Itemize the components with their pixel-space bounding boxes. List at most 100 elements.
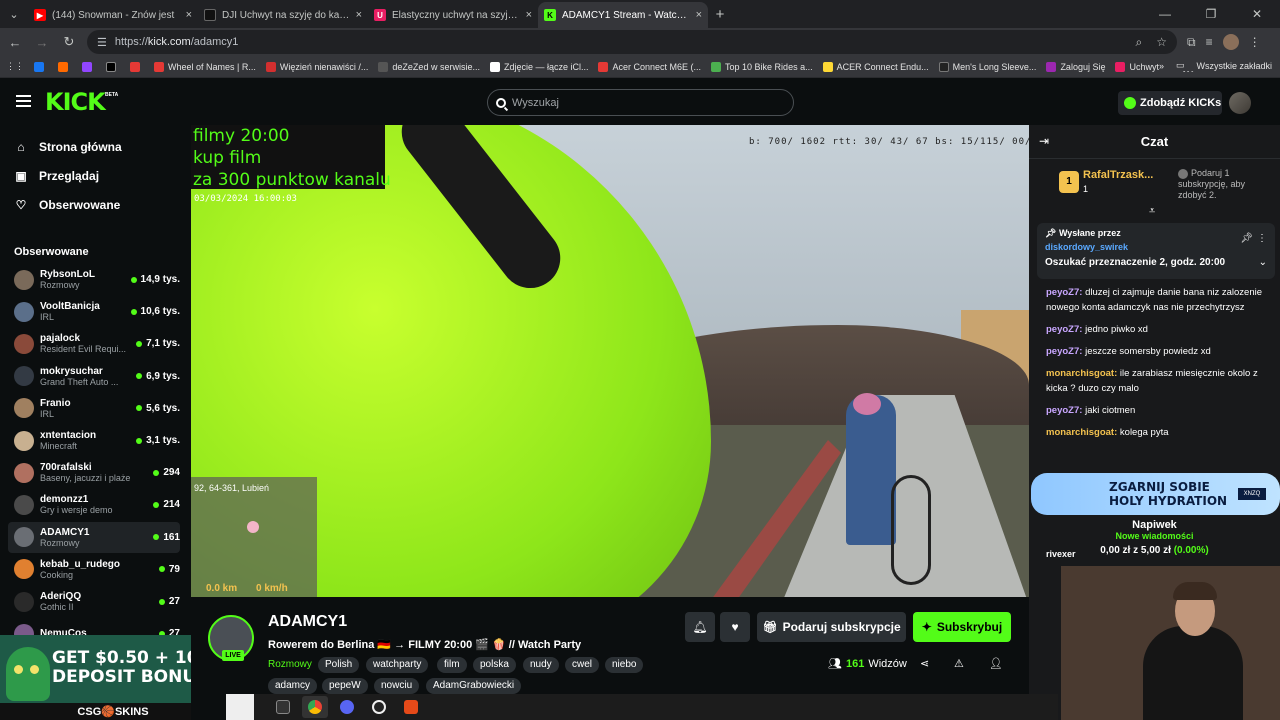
bookmark-item[interactable]: ACER Connect Endu...: [822, 61, 929, 72]
tag[interactable]: watchparty: [366, 657, 429, 673]
followed-channel-item[interactable]: kebab_u_rudego Cooking 79: [8, 554, 180, 585]
followed-channel-item[interactable]: xntentacion Minecraft 3,1 tys.: [8, 425, 180, 456]
profile-avatar[interactable]: [1222, 34, 1239, 50]
chat-username[interactable]: peyoZ7:: [1046, 405, 1082, 416]
bookmark-item[interactable]: Zdjęcie — łącze iCl...: [489, 61, 588, 72]
pin-icon[interactable]: 📌︎: [1240, 233, 1253, 244]
browser-menu-icon[interactable]: ⋮: [1249, 35, 1261, 49]
chrome-icon[interactable]: [302, 696, 328, 718]
kick-logo[interactable]: KICK: [45, 88, 106, 116]
back-icon[interactable]: ←: [3, 30, 27, 54]
facebook-icon[interactable]: [34, 61, 48, 72]
new-tab-button[interactable]: +: [708, 6, 732, 23]
tag[interactable]: cwel: [565, 657, 600, 673]
gift-subs-button[interactable]: 🎁︎ Podaruj subskrypcje: [757, 612, 906, 642]
app-icon[interactable]: [398, 696, 424, 718]
new-messages-label[interactable]: Nowe wiadomości: [1029, 531, 1280, 541]
followed-channel-item[interactable]: mokrysuchar Grand Theft Auto ... 6,9 tys.: [8, 361, 180, 392]
chevron-down-icon[interactable]: ⌄: [1259, 257, 1267, 268]
chat-username[interactable]: monarchisgoat:: [1046, 427, 1117, 438]
bookmark-item[interactable]: Zaloguj Się: [1046, 61, 1105, 72]
followed-channel-item[interactable]: 700rafalski Baseny, jacuzzi i plaże 294: [8, 457, 180, 488]
minimize-icon[interactable]: —: [1142, 0, 1188, 28]
reload-icon[interactable]: ↻: [57, 30, 81, 54]
tag[interactable]: Polish: [318, 657, 360, 673]
stream-category[interactable]: Rozmowy: [268, 659, 312, 670]
report-icon[interactable]: ⚠: [954, 657, 964, 670]
tab-search-icon[interactable]: ⌄: [0, 0, 28, 28]
followed-channel-item[interactable]: AderiQQ Gothic II 27: [8, 586, 180, 617]
bookmark-icon[interactable]: [58, 61, 72, 72]
more-options-icon[interactable]: ⋮: [1257, 233, 1267, 244]
nav-home[interactable]: ⌂ Strona główna: [14, 140, 121, 154]
all-bookmarks[interactable]: » ▭ Wszystkie zakładki: [1158, 60, 1272, 71]
apps-icon[interactable]: ⋮⋮: [6, 61, 24, 72]
site-info-icon[interactable]: ☰: [97, 36, 107, 49]
media-icon[interactable]: ≡: [1206, 35, 1213, 49]
tag[interactable]: nowciu: [374, 678, 420, 694]
tag[interactable]: niebo: [605, 657, 644, 673]
followed-channel-item[interactable]: demonzz1 Gry i wersje demo 214: [8, 489, 180, 520]
tag[interactable]: nudy: [523, 657, 559, 673]
notification-bell-button[interactable]: 🔔︎: [685, 612, 715, 642]
chat-username[interactable]: peyoZ7:: [1046, 287, 1082, 298]
terminal-icon[interactable]: [270, 696, 296, 718]
browser-tab-active[interactable]: K ADAMCY1 Stream - Watch Live ×: [538, 2, 708, 28]
forward-icon[interactable]: →: [30, 30, 54, 54]
search-input[interactable]: Wyszukaj: [487, 89, 794, 116]
follow-heart-button[interactable]: ♥: [720, 612, 750, 642]
tag[interactable]: film: [437, 657, 467, 673]
address-bar[interactable]: ☰ https://kick.com/adamcy1 ⌕ ☆: [87, 30, 1177, 54]
chat-username[interactable]: monarchisgoat:: [1046, 368, 1117, 379]
bookmark-item[interactable]: Men's Long Sleeve...: [938, 61, 1036, 72]
leader-name[interactable]: RafalTrzask...: [1083, 169, 1153, 181]
chat-username[interactable]: peyoZ7:: [1046, 346, 1082, 357]
tag[interactable]: AdamGrabowiecki: [426, 678, 522, 694]
x-icon[interactable]: [106, 61, 120, 72]
followed-channel-item[interactable]: VooltBanicja IRL 10,6 tys.: [8, 296, 180, 327]
nav-browse[interactable]: ▣ Przeglądaj: [14, 169, 99, 183]
browser-tab[interactable]: ▶ (144) Snowman - Znów jest ×: [28, 2, 198, 28]
bookmark-star-icon[interactable]: ☆: [1156, 35, 1167, 50]
bookmark-item[interactable]: Acer Connect M6E (...: [598, 61, 701, 72]
tab-close-icon[interactable]: ×: [696, 9, 702, 21]
bookmark-item[interactable]: Top 10 Bike Rides a...: [711, 61, 813, 72]
user-avatar[interactable]: [1229, 92, 1251, 114]
channel-name[interactable]: ADAMCY1: [268, 613, 347, 631]
browser-tab[interactable]: DJI Uchwyt na szyję do kamer s ×: [198, 2, 368, 28]
tag[interactable]: pepeW: [322, 678, 368, 694]
restore-icon[interactable]: ❐: [1188, 0, 1234, 28]
video-player[interactable]: filmy 20:00 kup film za 300 punktow kana…: [191, 125, 1029, 597]
subscribe-button[interactable]: ✦ Subskrybuj: [913, 612, 1011, 642]
discord-icon[interactable]: [334, 696, 360, 718]
obs-icon[interactable]: [366, 696, 392, 718]
zoom-icon[interactable]: ⌕: [1136, 35, 1143, 50]
bookmark-item[interactable]: Wheel of Names | R...: [154, 61, 256, 72]
twitch-icon[interactable]: [82, 61, 96, 72]
chat-username[interactable]: rivexer: [1046, 549, 1076, 559]
tag[interactable]: adamcy: [268, 678, 318, 694]
extensions-icon[interactable]: ⧉: [1187, 35, 1196, 50]
followed-channel-item[interactable]: Franio IRL 5,6 tys.: [8, 393, 180, 424]
followed-channel-item[interactable]: ADAMCY1 Rozmowy 161: [8, 521, 180, 553]
followed-channel-item[interactable]: pajalock Resident Evil Requi... 7,1 tys.: [8, 328, 180, 359]
expand-leaderboard-icon[interactable]: ⩡: [1149, 205, 1155, 218]
tab-close-icon[interactable]: ×: [186, 9, 192, 21]
pinned-user[interactable]: diskordowy_swirek: [1045, 242, 1128, 252]
user-options-icon[interactable]: 👤︎: [989, 657, 1003, 670]
browser-tab[interactable]: U Elastyczny uchwyt na szyję Ula ×: [368, 2, 538, 28]
bookmark-item[interactable]: deZeZed w serwisie...: [378, 61, 480, 72]
followed-channel-item[interactable]: RybsonLoL Rozmowy 14,9 tys.: [8, 264, 180, 295]
close-window-icon[interactable]: ✕: [1234, 0, 1280, 28]
tab-close-icon[interactable]: ×: [526, 9, 532, 21]
share-icon[interactable]: ⋖: [920, 657, 929, 670]
get-kicks-button[interactable]: Zdobądź KICKs: [1118, 91, 1222, 115]
chevron-right-icon[interactable]: »: [1159, 61, 1164, 71]
menu-icon[interactable]: [16, 95, 31, 107]
nav-following[interactable]: ♡ Obserwowane: [14, 198, 121, 212]
bookmark-icon[interactable]: [130, 61, 144, 72]
drink-promo-banner[interactable]: ZGARNIJ SOBIE HOLY HYDRATION XNZQ: [1031, 473, 1280, 515]
tab-close-icon[interactable]: ×: [356, 9, 362, 21]
bookmark-item[interactable]: Więzień nienawiści /...: [265, 61, 368, 72]
chat-username[interactable]: peyoZ7:: [1046, 324, 1082, 335]
